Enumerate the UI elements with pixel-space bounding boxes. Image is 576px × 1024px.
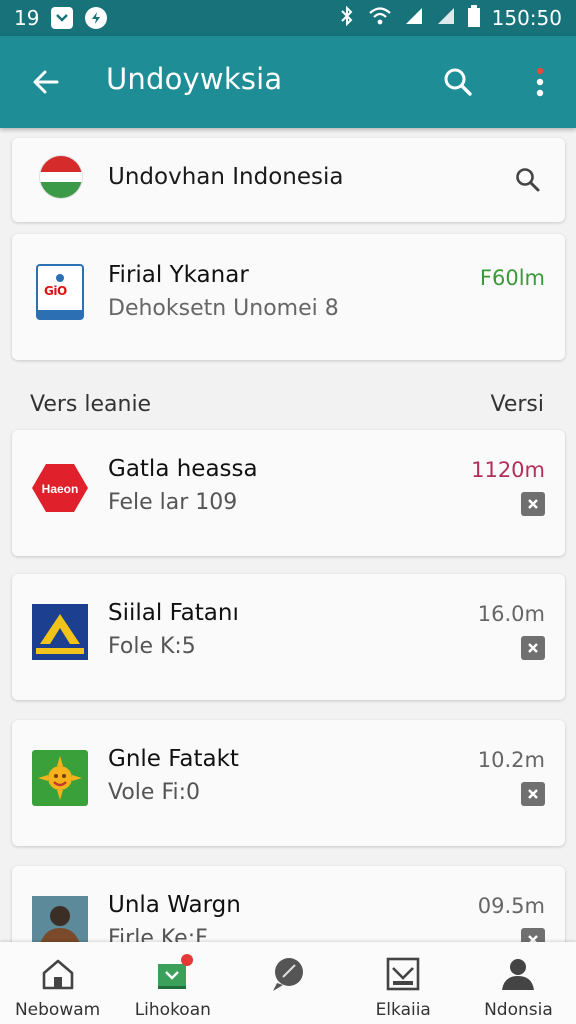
flag-icon [40, 156, 82, 198]
nav-label: Ndonsia [484, 1000, 553, 1020]
lightning-icon [85, 7, 108, 29]
icon-text: Haeon [42, 482, 79, 496]
status-time: 150:50 [491, 6, 562, 30]
country-header-card[interactable]: Undovhan Indonesia [12, 138, 565, 222]
green-sun-icon [32, 750, 88, 806]
status-left-text: 19 [14, 6, 40, 30]
search-icon[interactable] [436, 60, 480, 104]
wifi-icon [368, 6, 392, 31]
red-hexagon-icon: Haeon [32, 460, 88, 516]
bluetooth-icon [338, 5, 356, 31]
person-icon [498, 954, 538, 994]
list-item[interactable]: Siilal Fatanı Fole K:5 16.0m [12, 574, 565, 700]
bottom-navigation: Nebowam Lihokoan Elkaiia Ndonsia [0, 942, 576, 1024]
featured-subtitle: Dehoksetn Unomei 8 [108, 296, 339, 321]
nav-label: Nebowam [14, 1000, 101, 1020]
notification-badge [180, 954, 193, 966]
nav-label: Elkaiia [375, 1000, 431, 1020]
list-item[interactable]: Haeon Gatla heassa Fele lar 109 1120m [12, 430, 565, 556]
home-icon [38, 954, 78, 994]
item-size: 1120m [471, 458, 545, 482]
app-bar: Undoywksia [0, 36, 576, 128]
item-subtitle: Vole Fi:0 [108, 780, 201, 805]
featured-card[interactable]: GiO Firial Ykanar Dehoksetn Unomei 8 F60… [12, 234, 565, 360]
featured-size: F60lm [479, 266, 545, 290]
document-app-icon: GiO [36, 264, 84, 320]
nav-item-chat[interactable] [230, 942, 345, 1024]
chat-bubble-icon [268, 954, 308, 994]
nav-item-profile[interactable]: Ndonsia [461, 942, 576, 1024]
nav-item-home[interactable]: Nebowam [0, 942, 115, 1024]
item-title: Unla Wargn [108, 892, 241, 918]
signal-icon [404, 6, 424, 31]
nav-item-downloads[interactable]: Lihokoan [115, 942, 230, 1024]
item-title: Siilal Fatanı [108, 600, 239, 626]
search-icon[interactable] [510, 162, 546, 198]
page-title: Undoywksia [106, 62, 283, 96]
section-version-label: Versi [490, 392, 545, 417]
featured-title: Firial Ykanar [108, 262, 249, 288]
close-icon[interactable] [521, 636, 545, 660]
blue-building-icon [32, 604, 88, 660]
item-subtitle: Fole K:5 [108, 634, 196, 659]
close-icon[interactable] [521, 782, 545, 806]
image-frame-icon [383, 954, 423, 994]
signal-icon [436, 6, 456, 31]
section-title: Vers leanie [30, 392, 152, 417]
list-item[interactable]: Gnle Fatakt Vole Fi:0 10.2m [12, 720, 565, 846]
country-name: Undovhan Indonesia [108, 164, 344, 190]
download-box-icon [153, 954, 193, 994]
item-size: 09.5m [477, 894, 545, 918]
notification-box-icon [51, 7, 74, 29]
status-bar: 19 150:50 [0, 0, 576, 36]
item-title: Gnle Fatakt [108, 746, 239, 772]
item-size: 10.2m [477, 748, 545, 772]
close-icon[interactable] [521, 492, 545, 516]
item-size: 16.0m [477, 602, 545, 626]
nav-label: Lihokoan [134, 1000, 211, 1020]
back-arrow-icon[interactable] [24, 60, 68, 104]
nav-item-gallery[interactable]: Elkaiia [346, 942, 461, 1024]
item-subtitle: Fele lar 109 [108, 490, 238, 515]
battery-icon [467, 4, 480, 32]
item-title: Gatla heassa [108, 456, 258, 482]
more-vert-icon[interactable] [520, 60, 560, 104]
